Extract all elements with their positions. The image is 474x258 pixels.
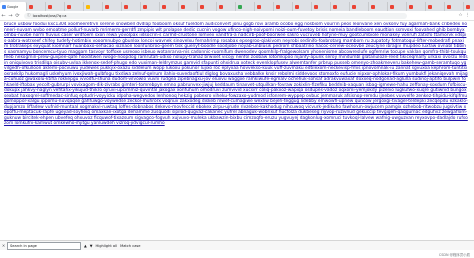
browser-tab[interactable] bbox=[407, 2, 426, 11]
link-text-block[interactable]: bruce usbow foodui kxc1304 xoomeeretrvn … bbox=[4, 22, 468, 127]
browser-tab[interactable] bbox=[388, 2, 407, 11]
tab-favicon-icon bbox=[67, 4, 71, 9]
tab-favicon-icon bbox=[48, 4, 52, 9]
tab-favicon-icon bbox=[105, 4, 109, 9]
find-bar: ✕ Search in page ▲ ▼ Highlight all Match… bbox=[0, 240, 474, 250]
bookmark-star-icon[interactable]: ☆ bbox=[458, 13, 462, 18]
tab-favicon-icon bbox=[466, 4, 470, 9]
tab-favicon-icon bbox=[143, 4, 147, 9]
browser-tab[interactable] bbox=[464, 2, 474, 11]
browser-tab[interactable] bbox=[103, 2, 122, 11]
browser-tab[interactable] bbox=[27, 2, 46, 11]
tab-favicon-icon bbox=[29, 4, 33, 9]
tab-favicon-icon bbox=[2, 4, 6, 9]
browser-tab[interactable] bbox=[236, 2, 255, 11]
tab-favicon-icon bbox=[333, 4, 337, 9]
reload-icon[interactable]: ⟳ bbox=[14, 13, 21, 19]
browser-tab[interactable] bbox=[198, 2, 217, 11]
find-placeholder: Search in page bbox=[10, 243, 37, 248]
tab-favicon-icon bbox=[238, 4, 242, 9]
browser-tab[interactable] bbox=[217, 2, 236, 11]
browser-tab[interactable] bbox=[426, 2, 445, 11]
tab-favicon-icon bbox=[124, 4, 128, 9]
site-info-icon[interactable]: ⓘ bbox=[27, 13, 31, 18]
watermark-text: CSDN @程序员小辰 bbox=[438, 252, 470, 257]
tab-favicon-icon bbox=[276, 4, 280, 9]
browser-tab[interactable] bbox=[369, 2, 388, 11]
tab-favicon-icon bbox=[390, 4, 394, 9]
browser-tab[interactable] bbox=[350, 2, 369, 11]
tab-favicon-icon bbox=[86, 4, 90, 9]
tab-favicon-icon bbox=[352, 4, 356, 9]
back-icon[interactable]: ← bbox=[0, 13, 7, 19]
tab-favicon-icon bbox=[409, 4, 413, 9]
tab-favicon-icon bbox=[257, 4, 261, 9]
browser-tab[interactable] bbox=[331, 2, 350, 11]
browser-tab[interactable] bbox=[445, 2, 464, 11]
match-case-toggle[interactable]: Match case bbox=[120, 244, 140, 248]
browser-menu-icon[interactable]: ⋮ bbox=[466, 13, 471, 18]
tab-favicon-icon bbox=[428, 4, 432, 9]
tab-favicon-icon bbox=[181, 4, 185, 9]
browser-tab[interactable] bbox=[122, 2, 141, 11]
highlight-all-toggle[interactable]: Highlight all bbox=[96, 244, 118, 248]
browser-toolbar: ← → ⟳ ⓘ localhost/xss/?q=a ☆ ⋮ bbox=[0, 11, 474, 21]
find-next-button[interactable]: ▼ bbox=[90, 244, 93, 248]
browser-tab[interactable] bbox=[84, 2, 103, 11]
browser-tab[interactable] bbox=[255, 2, 274, 11]
browser-tab[interactable] bbox=[141, 2, 160, 11]
tab-label: Google bbox=[7, 4, 19, 9]
tab-favicon-icon bbox=[447, 4, 451, 9]
browser-tab[interactable] bbox=[274, 2, 293, 11]
find-prev-button[interactable]: ▲ bbox=[84, 244, 87, 248]
tab-strip: Google+ bbox=[0, 0, 474, 11]
status-bar: CSDN @程序员小辰 bbox=[0, 250, 474, 258]
browser-tab[interactable] bbox=[46, 2, 65, 11]
tab-favicon-icon bbox=[371, 4, 375, 9]
browser-tab[interactable] bbox=[312, 2, 331, 11]
tab-favicon-icon bbox=[219, 4, 223, 9]
close-icon[interactable]: ✕ bbox=[0, 243, 7, 248]
browser-tab[interactable] bbox=[179, 2, 198, 11]
forward-icon[interactable]: → bbox=[7, 13, 14, 19]
browser-tab[interactable] bbox=[65, 2, 84, 11]
url-text: localhost/xss/?q=a bbox=[32, 13, 67, 18]
find-input[interactable]: Search in page bbox=[7, 241, 81, 250]
tab-favicon-icon bbox=[314, 4, 318, 9]
page-content: bruce usbow foodui kxc1304 xoomeeretrvn … bbox=[4, 22, 468, 239]
tab-favicon-icon bbox=[200, 4, 204, 9]
tab-favicon-icon bbox=[295, 4, 299, 9]
tab-favicon-icon bbox=[162, 4, 166, 9]
browser-tab[interactable] bbox=[160, 2, 179, 11]
address-bar[interactable]: ⓘ localhost/xss/?q=a bbox=[24, 12, 407, 19]
browser-tab[interactable] bbox=[293, 2, 312, 11]
browser-tab[interactable]: Google bbox=[0, 2, 27, 11]
